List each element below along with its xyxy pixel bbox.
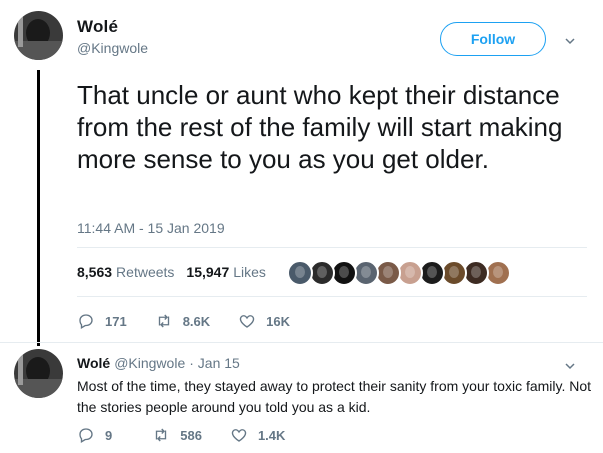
reply-author-handle[interactable]: @Kingwole	[114, 355, 185, 371]
author-name[interactable]: Wolé	[77, 17, 118, 37]
reply-date[interactable]: · Jan 15	[189, 355, 240, 371]
reply-author-avatar[interactable]	[14, 349, 63, 398]
tweet-actions: 171 8.6K 16K	[77, 312, 318, 330]
divider	[77, 296, 587, 297]
reply-like-action[interactable]: 1.4K	[230, 426, 285, 444]
liker-face-shape	[405, 266, 415, 278]
retweets-label: Retweets	[116, 264, 175, 280]
avatar-highlight-shape	[18, 355, 23, 385]
reply-reply-count: 9	[105, 427, 113, 443]
reply-icon	[79, 314, 93, 329]
reply-count: 171	[105, 313, 127, 329]
reply-like-count: 1.4K	[257, 427, 286, 443]
likes-stat[interactable]: 15,947 Likes	[186, 264, 266, 280]
liker-avatar[interactable]	[287, 260, 313, 286]
liker-face-shape	[493, 266, 503, 278]
reply-actions: 9 586 1.4K	[77, 426, 313, 444]
liker-face-shape	[317, 266, 327, 278]
liker-face-shape	[471, 266, 481, 278]
reply-header: Wolé @Kingwole · Jan 15	[77, 355, 240, 371]
divider	[0, 342, 603, 343]
follow-button[interactable]: Follow	[440, 22, 546, 56]
divider	[77, 247, 587, 248]
retweet-count: 8.6K	[182, 313, 211, 329]
heart-icon	[231, 429, 247, 442]
liked-by-avatars[interactable]	[287, 260, 511, 286]
reply-retweet-count: 586	[180, 427, 202, 443]
retweets-stat[interactable]: 8,563 Retweets	[77, 264, 174, 280]
liker-face-shape	[383, 266, 393, 278]
heart-icon	[239, 315, 255, 328]
reply-retweet-action[interactable]: 586	[152, 426, 202, 444]
tweet-text: That uncle or aunt who kept their distan…	[77, 80, 563, 174]
liker-face-shape	[361, 266, 371, 278]
avatar-highlight-shape	[18, 17, 23, 47]
likes-label: Likes	[233, 264, 266, 280]
liker-face-shape	[295, 266, 305, 278]
thread-connector-line	[37, 70, 40, 346]
reply-icon	[79, 428, 93, 443]
tweet-stats: 8,563 Retweets 15,947 Likes	[77, 264, 278, 280]
author-avatar[interactable]	[14, 11, 63, 60]
more-options-chevron-icon[interactable]	[565, 36, 575, 46]
reply-action[interactable]: 171	[77, 312, 127, 330]
author-handle[interactable]: @Kingwole	[77, 40, 148, 56]
retweet-action[interactable]: 8.6K	[155, 312, 210, 330]
reply-more-options-chevron-icon[interactable]	[565, 361, 575, 371]
retweets-count: 8,563	[77, 264, 113, 280]
like-count: 16K	[266, 313, 291, 329]
tweet-timestamp[interactable]: 11:44 AM - 15 Jan 2019	[77, 220, 225, 236]
liker-face-shape	[339, 266, 349, 278]
liker-face-shape	[449, 266, 459, 278]
retweet-icon	[156, 428, 167, 442]
liker-face-shape	[427, 266, 437, 278]
likes-count: 15,947	[186, 264, 230, 280]
reply-reply-action[interactable]: 9	[77, 426, 112, 444]
like-action[interactable]: 16K	[238, 312, 290, 330]
retweet-icon	[158, 314, 169, 328]
reply-author-name[interactable]: Wolé	[77, 355, 110, 371]
reply-text: Most of the time, they stayed away to pr…	[77, 378, 592, 415]
